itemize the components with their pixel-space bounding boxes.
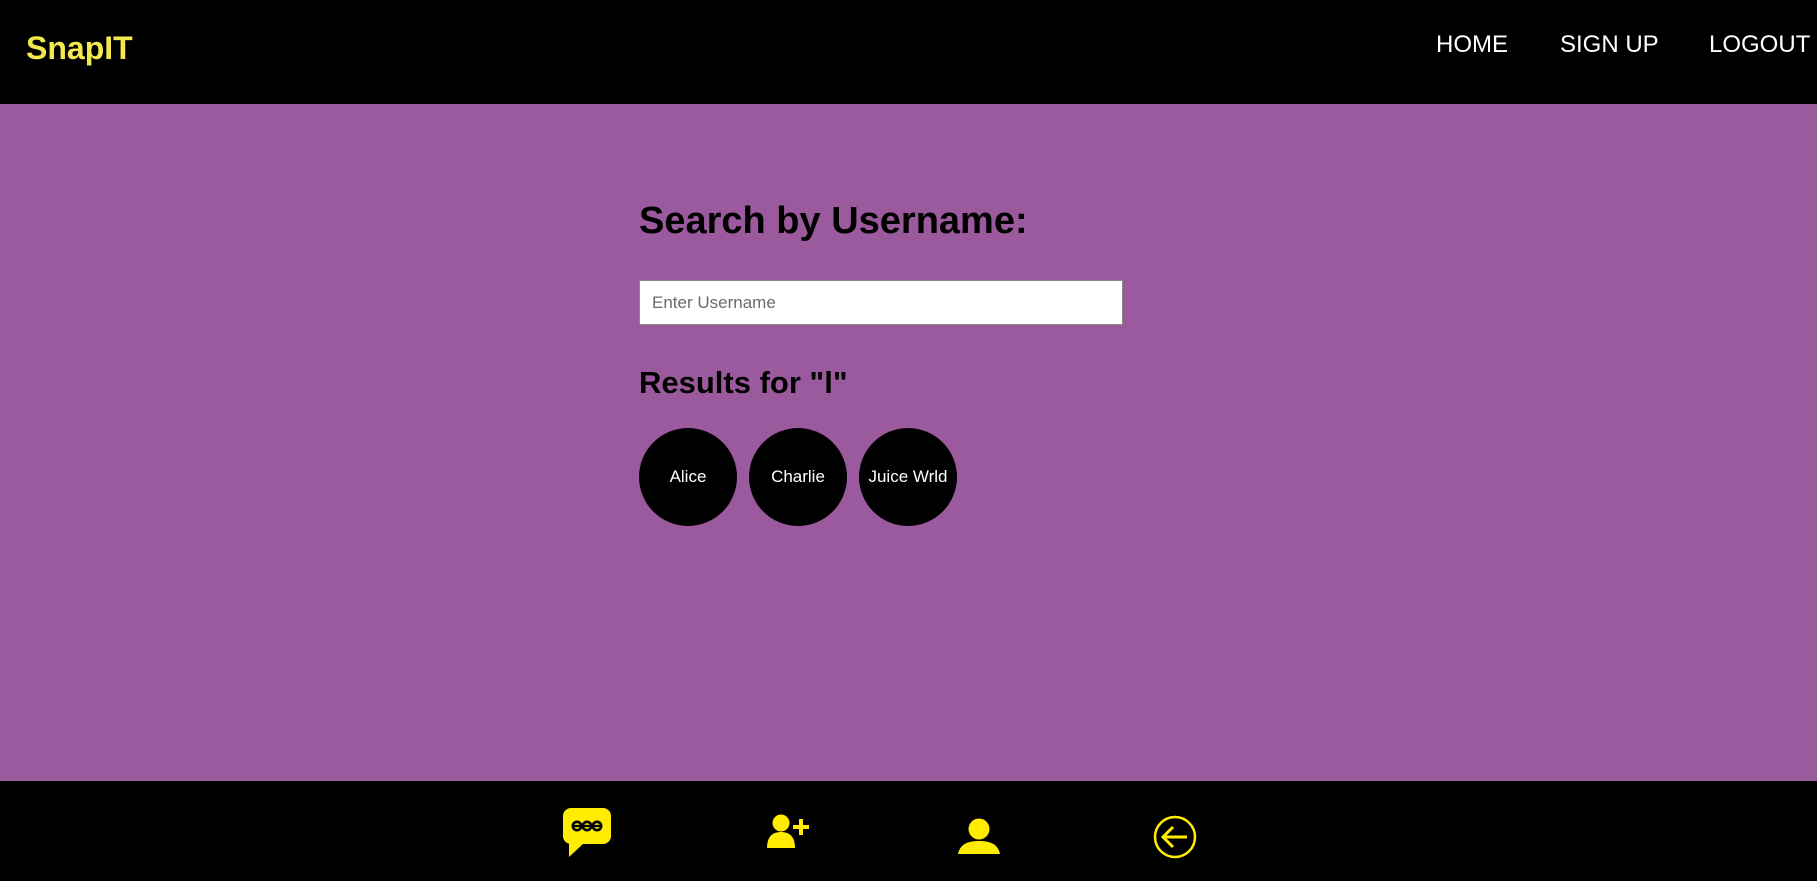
brand-logo[interactable]: SnapIT xyxy=(26,30,133,67)
username-search-input[interactable] xyxy=(639,280,1123,325)
chat-bubble-icon[interactable] xyxy=(562,807,612,864)
user-result-juice-wrld[interactable]: Juice Wrld xyxy=(859,428,957,526)
nav-logout-link[interactable]: LOGOUT xyxy=(1709,31,1810,59)
back-arrow-icon[interactable] xyxy=(1153,815,1197,864)
search-heading: Search by Username: xyxy=(639,200,1028,242)
user-result-alice[interactable]: Alice xyxy=(639,428,737,526)
results-heading: Results for "l" xyxy=(639,365,848,400)
search-panel: Search by Username: Results for "l" Alic… xyxy=(639,200,1159,526)
nav-signup-link[interactable]: SIGN UP xyxy=(1560,31,1659,59)
bottom-navbar xyxy=(0,781,1817,881)
nav-home-link[interactable]: HOME xyxy=(1436,31,1508,59)
add-friend-icon[interactable] xyxy=(767,814,811,853)
profile-icon[interactable] xyxy=(957,818,1001,859)
user-result-charlie[interactable]: Charlie xyxy=(749,428,847,526)
app-root: SnapIT HOME SIGN UP LOGOUT Search by Use… xyxy=(0,0,1817,881)
results-list: Alice Charlie Juice Wrld xyxy=(639,428,957,526)
top-navbar: SnapIT HOME SIGN UP LOGOUT xyxy=(0,0,1817,104)
